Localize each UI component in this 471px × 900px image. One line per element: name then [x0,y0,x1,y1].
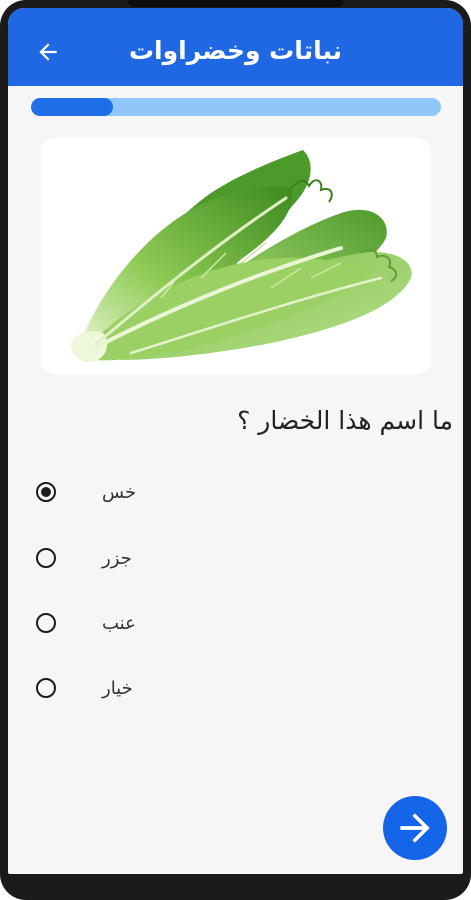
answer-option-label: خيار [102,677,133,699]
lettuce-image [71,150,412,363]
answer-option-label: جزر [102,547,132,569]
quiz-progress-bar [31,98,441,116]
next-button[interactable] [383,796,447,860]
radio-button[interactable] [36,678,56,698]
answer-option-label: خس [102,481,137,503]
radio-button[interactable] [36,482,56,502]
radio-button[interactable] [36,548,56,568]
device-notch [128,0,343,7]
page-title: نباتات وخضراوات [128,36,343,65]
back-button[interactable] [28,32,68,72]
device-frame: نباتات وخضراوات ما اسم هذا الخضار ؟ خس ج… [0,0,471,900]
question-image [41,138,431,374]
arrow-back-icon [39,43,57,61]
quiz-progress-fill [31,98,113,116]
answer-option-label: عنب [102,612,136,634]
arrow-forward-icon [400,813,430,843]
radio-button[interactable] [36,613,56,633]
answer-option[interactable]: خس [36,472,216,512]
radio-selected-dot [41,487,51,497]
app-bar: نباتات وخضراوات [8,8,463,86]
question-text: ما اسم هذا الخضار ؟ [237,406,453,435]
app-screen: نباتات وخضراوات ما اسم هذا الخضار ؟ خس ج… [8,8,463,874]
answer-option[interactable]: جزر [36,538,216,578]
answer-option[interactable]: خيار [36,668,216,708]
answer-option[interactable]: عنب [36,603,216,643]
